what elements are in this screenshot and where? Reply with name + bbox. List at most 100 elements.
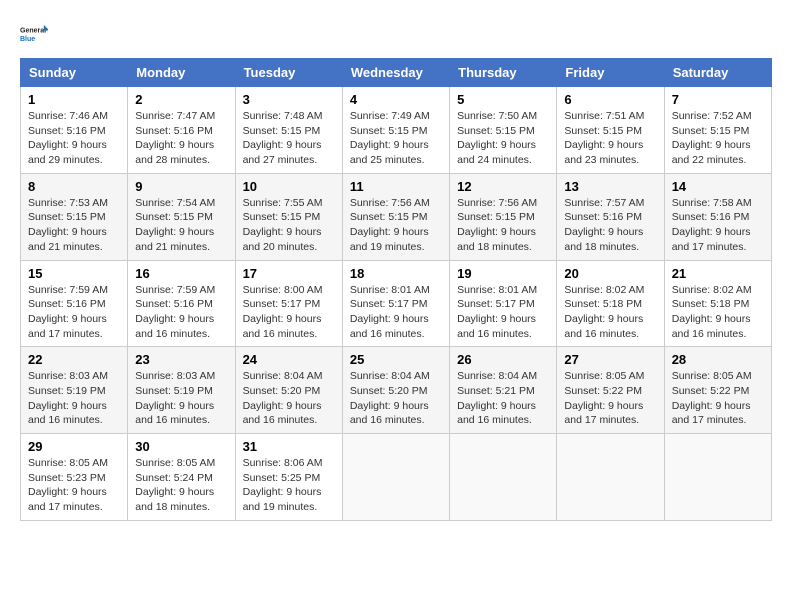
cell-info: Sunrise: 7:48 AMSunset: 5:15 PMDaylight:… xyxy=(243,109,335,168)
day-number: 23 xyxy=(135,352,227,367)
calendar-cell xyxy=(342,434,449,521)
day-number: 22 xyxy=(28,352,120,367)
cell-info: Sunrise: 7:55 AMSunset: 5:15 PMDaylight:… xyxy=(243,196,335,255)
week-row-4: 22 Sunrise: 8:03 AMSunset: 5:19 PMDayligh… xyxy=(21,347,772,434)
calendar-cell: 8Sunrise: 7:53 AMSunset: 5:15 PMDaylight… xyxy=(21,173,128,260)
day-number: 31 xyxy=(243,439,335,454)
day-number: 28 xyxy=(672,352,764,367)
logo-icon: General Blue xyxy=(20,20,48,48)
cell-info: Sunrise: 8:05 AMSunset: 5:22 PMDaylight:… xyxy=(672,369,764,428)
calendar-cell: 13 Sunrise: 7:57 AMSunset: 5:16 PMDayligh… xyxy=(557,173,664,260)
day-number: 18 xyxy=(350,266,442,281)
day-number: 17 xyxy=(243,266,335,281)
page-header: General Blue xyxy=(20,20,772,48)
cell-info: Sunrise: 7:59 AMSunset: 5:16 PMDaylight:… xyxy=(28,283,120,342)
svg-text:Blue: Blue xyxy=(20,36,35,43)
calendar-cell: 16 Sunrise: 7:59 AMSunset: 5:16 PMDayligh… xyxy=(128,260,235,347)
week-row-5: 29 Sunrise: 8:05 AMSunset: 5:23 PMDayligh… xyxy=(21,434,772,521)
cell-info: Sunrise: 7:59 AMSunset: 5:16 PMDaylight:… xyxy=(135,283,227,342)
calendar-cell: 9 Sunrise: 7:54 AMSunset: 5:15 PMDaylight… xyxy=(128,173,235,260)
cell-info: Sunrise: 7:58 AMSunset: 5:16 PMDaylight:… xyxy=(672,196,764,255)
day-number: 2 xyxy=(135,92,227,107)
calendar-cell: 31 Sunrise: 8:06 AMSunset: 5:25 PMDayligh… xyxy=(235,434,342,521)
cell-info: Sunrise: 7:56 AMSunset: 5:15 PMDaylight:… xyxy=(457,196,549,255)
calendar-cell: 29 Sunrise: 8:05 AMSunset: 5:23 PMDayligh… xyxy=(21,434,128,521)
calendar-cell: 22 Sunrise: 8:03 AMSunset: 5:19 PMDayligh… xyxy=(21,347,128,434)
day-number: 15 xyxy=(28,266,120,281)
day-number: 5 xyxy=(457,92,549,107)
calendar-cell: 24Sunrise: 8:04 AMSunset: 5:20 PMDayligh… xyxy=(235,347,342,434)
week-row-3: 15 Sunrise: 7:59 AMSunset: 5:16 PMDayligh… xyxy=(21,260,772,347)
calendar-cell: 25 Sunrise: 8:04 AMSunset: 5:20 PMDayligh… xyxy=(342,347,449,434)
day-number: 26 xyxy=(457,352,549,367)
cell-info: Sunrise: 7:52 AMSunset: 5:15 PMDaylight:… xyxy=(672,109,764,168)
calendar-cell: 28 Sunrise: 8:05 AMSunset: 5:22 PMDayligh… xyxy=(664,347,771,434)
calendar-cell: 17 Sunrise: 8:00 AMSunset: 5:17 PMDayligh… xyxy=(235,260,342,347)
cell-info: Sunrise: 8:04 AMSunset: 5:20 PMDaylight:… xyxy=(243,369,335,428)
calendar-cell: 21Sunrise: 8:02 AMSunset: 5:18 PMDayligh… xyxy=(664,260,771,347)
calendar-cell: 15 Sunrise: 7:59 AMSunset: 5:16 PMDayligh… xyxy=(21,260,128,347)
day-number: 16 xyxy=(135,266,227,281)
cell-info: Sunrise: 8:02 AMSunset: 5:18 PMDaylight:… xyxy=(564,283,656,342)
day-number: 9 xyxy=(135,179,227,194)
cell-info: Sunrise: 8:05 AMSunset: 5:23 PMDaylight:… xyxy=(28,456,120,515)
day-number: 4 xyxy=(350,92,442,107)
calendar-cell: 12Sunrise: 7:56 AMSunset: 5:15 PMDayligh… xyxy=(450,173,557,260)
calendar-cell: 6Sunrise: 7:51 AMSunset: 5:15 PMDaylight… xyxy=(557,87,664,174)
day-number: 25 xyxy=(350,352,442,367)
cell-info: Sunrise: 8:02 AMSunset: 5:18 PMDaylight:… xyxy=(672,283,764,342)
cell-info: Sunrise: 7:57 AMSunset: 5:16 PMDaylight:… xyxy=(564,196,656,255)
calendar-cell: 27 Sunrise: 8:05 AMSunset: 5:22 PMDayligh… xyxy=(557,347,664,434)
calendar-cell xyxy=(557,434,664,521)
day-number: 20 xyxy=(564,266,656,281)
cell-info: Sunrise: 8:06 AMSunset: 5:25 PMDaylight:… xyxy=(243,456,335,515)
day-number: 13 xyxy=(564,179,656,194)
header-monday: Monday xyxy=(128,59,235,87)
header-tuesday: Tuesday xyxy=(235,59,342,87)
day-number: 8 xyxy=(28,179,120,194)
header-sunday: Sunday xyxy=(21,59,128,87)
calendar-cell: 7 Sunrise: 7:52 AMSunset: 5:15 PMDaylight… xyxy=(664,87,771,174)
header-thursday: Thursday xyxy=(450,59,557,87)
calendar-cell: 19 Sunrise: 8:01 AMSunset: 5:17 PMDayligh… xyxy=(450,260,557,347)
day-number: 3 xyxy=(243,92,335,107)
header-saturday: Saturday xyxy=(664,59,771,87)
header-wednesday: Wednesday xyxy=(342,59,449,87)
cell-info: Sunrise: 8:04 AMSunset: 5:20 PMDaylight:… xyxy=(350,369,442,428)
cell-info: Sunrise: 7:51 AMSunset: 5:15 PMDaylight:… xyxy=(564,109,656,168)
calendar-cell: 26Sunrise: 8:04 AMSunset: 5:21 PMDayligh… xyxy=(450,347,557,434)
day-number: 11 xyxy=(350,179,442,194)
day-number: 29 xyxy=(28,439,120,454)
cell-info: Sunrise: 8:01 AMSunset: 5:17 PMDaylight:… xyxy=(457,283,549,342)
day-number: 14 xyxy=(672,179,764,194)
cell-info: Sunrise: 8:05 AMSunset: 5:22 PMDaylight:… xyxy=(564,369,656,428)
cell-info: Sunrise: 7:56 AMSunset: 5:15 PMDaylight:… xyxy=(350,196,442,255)
day-number: 19 xyxy=(457,266,549,281)
cell-info: Sunrise: 7:46 AMSunset: 5:16 PMDaylight:… xyxy=(28,109,120,168)
cell-info: Sunrise: 8:05 AMSunset: 5:24 PMDaylight:… xyxy=(135,456,227,515)
svg-text:General: General xyxy=(20,28,46,35)
calendar-cell: 1 Sunrise: 7:46 AMSunset: 5:16 PMDaylight… xyxy=(21,87,128,174)
cell-info: Sunrise: 8:03 AMSunset: 5:19 PMDaylight:… xyxy=(28,369,120,428)
day-number: 7 xyxy=(672,92,764,107)
day-number: 1 xyxy=(28,92,120,107)
calendar-cell: 23 Sunrise: 8:03 AMSunset: 5:19 PMDayligh… xyxy=(128,347,235,434)
calendar-cell: 2 Sunrise: 7:47 AMSunset: 5:16 PMDaylight… xyxy=(128,87,235,174)
calendar-cell: 4Sunrise: 7:49 AMSunset: 5:15 PMDaylight… xyxy=(342,87,449,174)
cell-info: Sunrise: 7:47 AMSunset: 5:16 PMDaylight:… xyxy=(135,109,227,168)
calendar-cell: 5 Sunrise: 7:50 AMSunset: 5:15 PMDaylight… xyxy=(450,87,557,174)
cell-info: Sunrise: 8:00 AMSunset: 5:17 PMDaylight:… xyxy=(243,283,335,342)
cell-info: Sunrise: 7:54 AMSunset: 5:15 PMDaylight:… xyxy=(135,196,227,255)
day-number: 10 xyxy=(243,179,335,194)
calendar-header-row: SundayMondayTuesdayWednesdayThursdayFrid… xyxy=(21,59,772,87)
calendar-cell xyxy=(450,434,557,521)
cell-info: Sunrise: 7:50 AMSunset: 5:15 PMDaylight:… xyxy=(457,109,549,168)
calendar-cell: 3 Sunrise: 7:48 AMSunset: 5:15 PMDaylight… xyxy=(235,87,342,174)
cell-info: Sunrise: 8:03 AMSunset: 5:19 PMDaylight:… xyxy=(135,369,227,428)
week-row-2: 8Sunrise: 7:53 AMSunset: 5:15 PMDaylight… xyxy=(21,173,772,260)
calendar-cell xyxy=(664,434,771,521)
calendar-table: SundayMondayTuesdayWednesdayThursdayFrid… xyxy=(20,58,772,521)
calendar-cell: 10 Sunrise: 7:55 AMSunset: 5:15 PMDayligh… xyxy=(235,173,342,260)
day-number: 27 xyxy=(564,352,656,367)
cell-info: Sunrise: 8:01 AMSunset: 5:17 PMDaylight:… xyxy=(350,283,442,342)
